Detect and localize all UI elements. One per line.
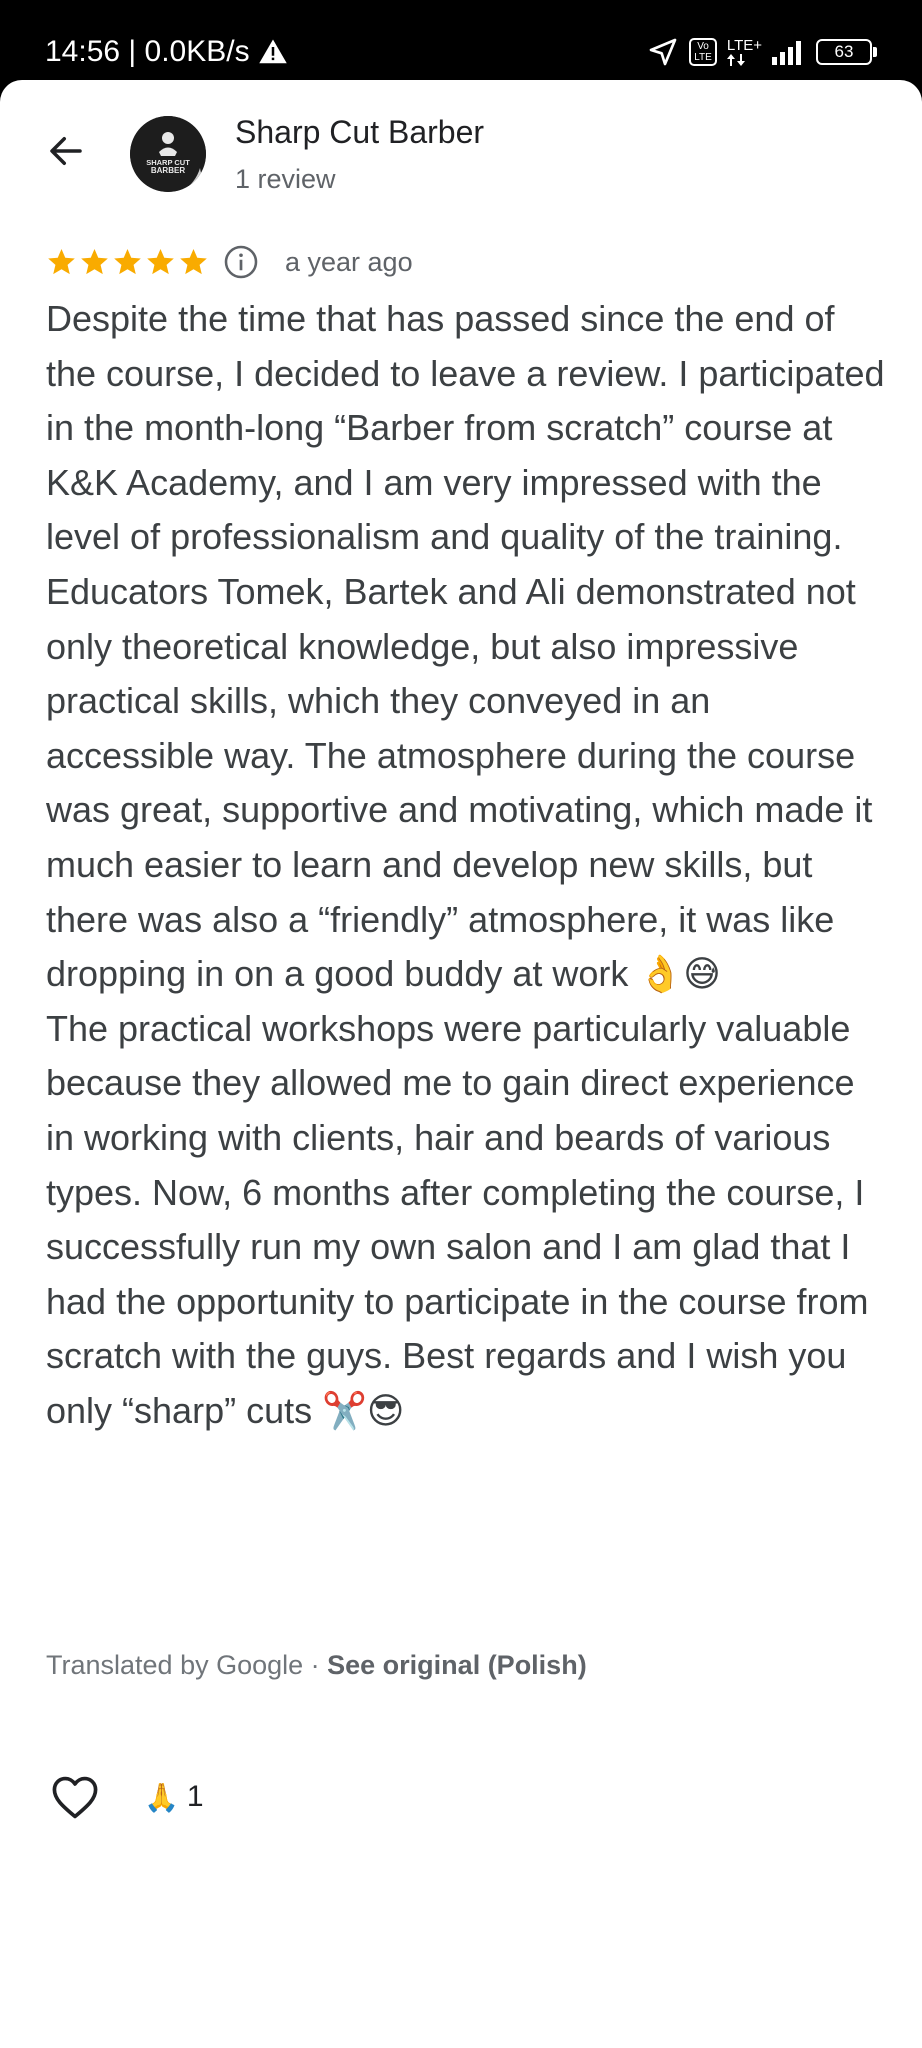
star-icon: [114, 248, 141, 274]
status-left: 14:56 | 0.0KB/s: [45, 30, 288, 74]
star-icon: [48, 248, 75, 274]
status-bar: 14:56 | 0.0KB/s Vo LTE LTE+ 63: [0, 0, 922, 80]
star-rating: [46, 247, 209, 278]
status-right: Vo LTE LTE+ 63: [647, 30, 877, 74]
back-arrow-icon: [50, 137, 82, 165]
location-arrow-icon: [649, 38, 677, 66]
author-review-count: 1 review: [235, 164, 336, 194]
review-actions: 🙏 1: [46, 1767, 204, 1827]
data-arrows-icon: [726, 54, 745, 66]
signal-icon: [772, 41, 801, 65]
volte-badge: Vo LTE: [689, 38, 717, 66]
review-paragraph-1: Despite the time that has passed since t…: [46, 298, 895, 995]
reaction-count: 1: [186, 1780, 204, 1813]
svg-text:BARBER: BARBER: [151, 166, 185, 175]
barber-logo-icon: SHARP CUT BARBER: [130, 116, 206, 192]
heart-icon: [52, 1776, 98, 1819]
author-avatar[interactable]: SHARP CUT BARBER: [130, 116, 206, 192]
pray-emoji-icon: 🙏: [144, 1781, 179, 1813]
review-sheet: SHARP CUT BARBER Sharp Cut Barber 1 revi…: [0, 80, 922, 2048]
battery-indicator: 63: [816, 39, 877, 65]
translated-by-label: Translated by Google ·: [46, 1650, 328, 1680]
review-paragraph-2: The practical workshops were particularl…: [46, 1007, 879, 1431]
review-text: Despite the time that has passed since t…: [46, 292, 886, 1438]
like-button[interactable]: [46, 1768, 104, 1826]
star-icon: [147, 248, 174, 274]
reaction-summary[interactable]: 🙏 1: [144, 1780, 204, 1814]
status-time-speed: 14:56 | 0.0KB/s: [45, 35, 250, 68]
translation-note: Translated by Google · See original (Pol…: [46, 1647, 587, 1683]
review-date: a year ago: [285, 246, 413, 277]
see-original-link[interactable]: See original (Polish): [327, 1650, 587, 1680]
rating-row: a year ago: [46, 240, 413, 284]
warning-icon: [258, 39, 287, 64]
back-button[interactable]: [40, 125, 92, 177]
star-icon: [81, 248, 108, 274]
network-type: LTE+: [726, 37, 762, 54]
author-name[interactable]: Sharp Cut Barber: [235, 112, 484, 152]
info-icon[interactable]: [223, 244, 259, 280]
star-icon: [180, 248, 207, 274]
